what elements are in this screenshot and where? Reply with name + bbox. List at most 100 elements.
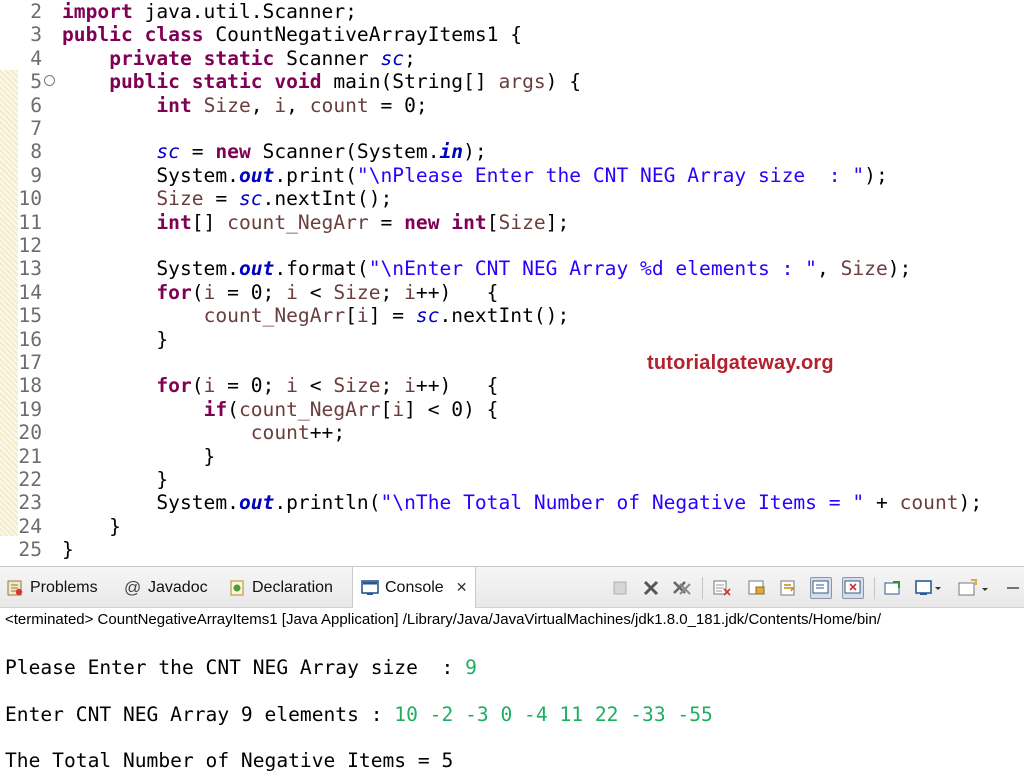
code-token: ++; bbox=[310, 421, 345, 444]
tab-javadoc[interactable]: @ Javadoc bbox=[124, 567, 208, 608]
console-view-toolbar: Problems @ Javadoc Declaration Console ✕ bbox=[0, 566, 1024, 608]
code-token: i bbox=[286, 374, 298, 397]
code-token bbox=[62, 398, 204, 421]
code-token: static bbox=[204, 47, 275, 70]
code-token: for bbox=[156, 281, 191, 304]
code-line: 3public class CountNegativeArrayItems1 { bbox=[0, 23, 1024, 46]
clear-console-icon[interactable] bbox=[711, 577, 733, 599]
code-token: , bbox=[251, 94, 275, 117]
code-text: sc = new Scanner(System.in); bbox=[62, 140, 487, 163]
console-prompt: Enter CNT NEG Array 9 elements : bbox=[5, 703, 394, 726]
code-token: = 0; bbox=[215, 281, 286, 304]
remove-all-terminated-icon[interactable] bbox=[671, 577, 693, 599]
open-console-dropdown-icon[interactable] bbox=[956, 577, 992, 599]
word-wrap-icon[interactable] bbox=[778, 577, 800, 599]
console-user-input: 10 -2 -3 0 -4 11 22 -33 -55 bbox=[394, 703, 713, 726]
watermark: tutorialgateway.org bbox=[647, 352, 834, 375]
tab-console[interactable]: Console ✕ bbox=[352, 567, 476, 608]
code-token: class bbox=[145, 23, 204, 46]
code-line: 15 count_NegArr[i] = sc.nextInt(); bbox=[0, 304, 1024, 327]
remove-launch-icon[interactable] bbox=[640, 577, 662, 599]
line-number: 6 bbox=[2, 94, 42, 117]
code-line: 12 bbox=[0, 234, 1024, 257]
code-editor[interactable]: 2import java.util.Scanner;3public class … bbox=[0, 0, 1024, 566]
display-console-dropdown-icon[interactable] bbox=[913, 577, 943, 599]
code-token: sc bbox=[416, 304, 440, 327]
code-token: .println( bbox=[274, 491, 380, 514]
code-token: System. bbox=[62, 491, 239, 514]
problems-icon bbox=[6, 579, 24, 597]
terminate-icon[interactable] bbox=[609, 577, 631, 599]
code-token bbox=[62, 140, 156, 163]
code-token bbox=[62, 187, 156, 210]
show-on-output-icon[interactable] bbox=[810, 577, 832, 599]
code-token: [ bbox=[345, 304, 357, 327]
toolbar-separator bbox=[874, 577, 875, 599]
code-line: 5 public static void main(String[] args)… bbox=[0, 70, 1024, 93]
code-token: i bbox=[286, 281, 298, 304]
code-token: "\nThe Total Number of Negative Items = … bbox=[381, 491, 865, 514]
code-token: ]; bbox=[546, 211, 570, 234]
fold-collapse-icon[interactable] bbox=[44, 75, 55, 86]
code-token: < bbox=[298, 374, 333, 397]
toolbar-separator bbox=[702, 577, 703, 599]
scroll-lock-icon[interactable] bbox=[746, 577, 768, 599]
code-text: System.out.print("\nPlease Enter the CNT… bbox=[62, 164, 888, 187]
code-token: [ bbox=[381, 398, 393, 421]
close-icon[interactable]: ✕ bbox=[456, 579, 468, 596]
line-number: 5 bbox=[2, 70, 42, 93]
tab-problems[interactable]: Problems bbox=[6, 567, 98, 608]
code-token: CountNegativeArrayItems1 { bbox=[204, 23, 523, 46]
line-number: 10 bbox=[2, 187, 42, 210]
code-token bbox=[263, 70, 275, 93]
code-token: count bbox=[900, 491, 959, 514]
code-text: for(i = 0; i < Size; i++) { bbox=[62, 281, 498, 304]
code-token: new bbox=[404, 211, 439, 234]
code-token: out bbox=[239, 491, 274, 514]
code-token: ); bbox=[463, 140, 487, 163]
code-token bbox=[440, 211, 452, 234]
code-token: .print( bbox=[274, 164, 357, 187]
code-token: java.util.Scanner; bbox=[133, 0, 357, 23]
console-output[interactable]: Please Enter the CNT NEG Array size : 9 … bbox=[0, 632, 1024, 772]
code-token: } bbox=[62, 445, 215, 468]
code-token: ; bbox=[381, 281, 405, 304]
code-line: 21 } bbox=[0, 445, 1024, 468]
code-token bbox=[62, 211, 156, 234]
code-token: i bbox=[204, 281, 216, 304]
code-text: } bbox=[62, 538, 74, 561]
line-number: 2 bbox=[2, 0, 42, 23]
code-token: public bbox=[109, 70, 180, 93]
code-line: 2import java.util.Scanner; bbox=[0, 0, 1024, 23]
code-token: ( bbox=[192, 281, 204, 304]
code-token: ] = bbox=[369, 304, 416, 327]
line-number: 16 bbox=[2, 328, 42, 351]
pin-console-icon[interactable] bbox=[882, 577, 904, 599]
line-number: 12 bbox=[2, 234, 42, 257]
code-text: public class CountNegativeArrayItems1 { bbox=[62, 23, 522, 46]
code-token: = bbox=[369, 211, 404, 234]
code-text: for(i = 0; i < Size; i++) { bbox=[62, 374, 498, 397]
code-token: new bbox=[215, 140, 250, 163]
line-number: 9 bbox=[2, 164, 42, 187]
code-token: count_NegArr bbox=[204, 304, 346, 327]
show-on-error-icon[interactable] bbox=[842, 577, 864, 599]
code-line: 9 System.out.print("\nPlease Enter the C… bbox=[0, 164, 1024, 187]
code-token bbox=[62, 47, 109, 70]
line-number: 19 bbox=[2, 398, 42, 421]
minimize-icon[interactable] bbox=[1002, 577, 1024, 599]
line-number: 22 bbox=[2, 468, 42, 491]
tab-declaration[interactable]: Declaration bbox=[228, 567, 333, 608]
code-token: sc bbox=[381, 47, 405, 70]
code-token: ++) { bbox=[416, 281, 499, 304]
code-token: private bbox=[109, 47, 192, 70]
code-token: = 0; bbox=[369, 94, 428, 117]
code-token: System. bbox=[62, 164, 239, 187]
code-token bbox=[192, 94, 204, 117]
code-token: args bbox=[498, 70, 545, 93]
code-line: 17 bbox=[0, 351, 1024, 374]
code-token: sc bbox=[239, 187, 263, 210]
code-text: int Size, i, count = 0; bbox=[62, 94, 428, 117]
code-token: if bbox=[204, 398, 228, 421]
code-text: } bbox=[62, 468, 168, 491]
